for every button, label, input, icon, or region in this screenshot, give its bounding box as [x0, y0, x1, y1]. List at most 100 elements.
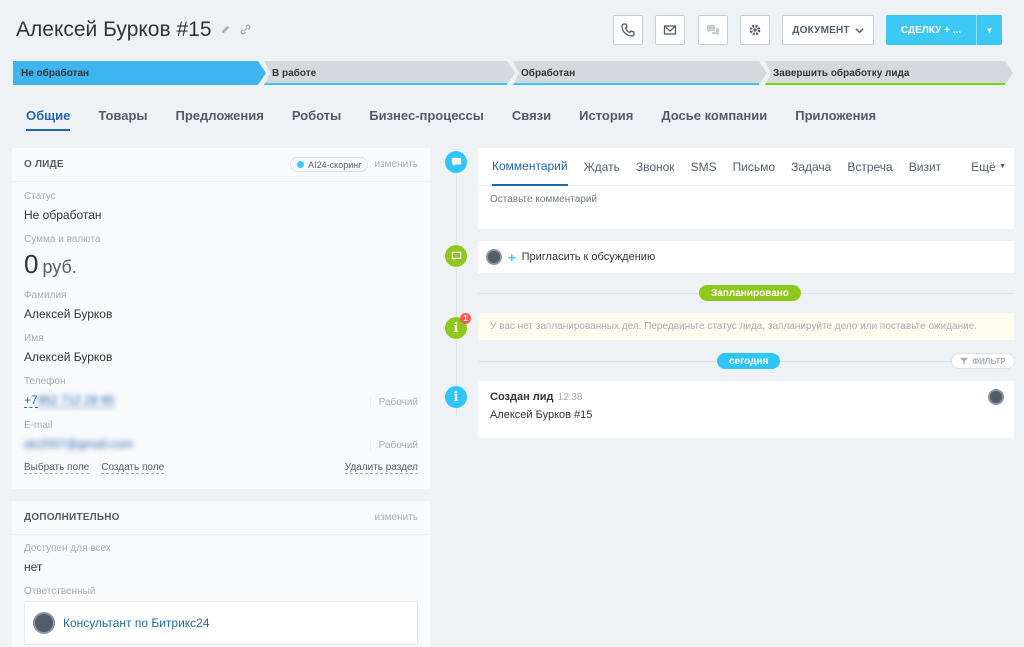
comment-icon — [445, 151, 467, 173]
tab-products[interactable]: Товары — [98, 108, 147, 131]
ai-scoring-badge[interactable]: AI24-скоринг — [290, 157, 369, 172]
delete-section-link[interactable]: Удалить раздел — [344, 462, 418, 474]
stage-new[interactable]: Не обработан — [13, 61, 266, 85]
no-activities-notice: У вас нет запланированных дел. Передвинь… — [478, 313, 1014, 340]
composer-tab-more[interactable]: Ещё ▼ — [971, 148, 1006, 186]
available-field[interactable]: Доступен для всех нет — [24, 543, 418, 574]
invite-label: Пригласить к обсуждению — [521, 251, 656, 263]
phone-value[interactable]: +7 952 712 28 65 — [24, 393, 418, 408]
tab-robots[interactable]: Роботы — [292, 108, 341, 131]
timeline-entry[interactable]: Создан лид 12:38 Алексей Бурков #15 — [478, 381, 1014, 438]
stage-in-progress[interactable]: В работе — [264, 61, 515, 85]
panel-actions: Выбрать поле Создать поле Удалить раздел — [24, 462, 418, 474]
stage-processed[interactable]: Обработан — [513, 61, 767, 85]
surname-field[interactable]: Фамилия Алексей Бурков — [24, 290, 418, 321]
create-deal-button[interactable]: СДЕЛКУ + ... ▼ — [886, 15, 1002, 45]
chevron-down-icon — [855, 27, 864, 33]
field-label: Статус — [24, 191, 56, 202]
today-badge: сегодня — [717, 353, 781, 369]
page-title: Алексей Бурков #15 — [16, 18, 252, 42]
filter-button[interactable]: ФИЛЬТР — [951, 353, 1015, 369]
edit-link[interactable]: изменить — [374, 512, 418, 523]
field-label: E-mail — [24, 420, 53, 431]
tab-history[interactable]: История — [579, 108, 633, 131]
composer-tabs: Комментарий Ждать Звонок SMS Письмо Зада… — [478, 148, 1014, 186]
invite-to-discussion[interactable]: + Пригласить к обсуждению — [478, 241, 1014, 273]
tab-company-dossier[interactable]: Досье компании — [661, 108, 767, 131]
dropdown-arrow-icon[interactable]: ▼ — [976, 15, 1002, 45]
phone-number: 952 712 28 65 — [37, 393, 115, 408]
tab-offers[interactable]: Предложения — [176, 108, 264, 131]
responsible-name[interactable]: Консультант по Битрикс24 — [63, 616, 210, 630]
link-icon[interactable] — [240, 24, 252, 36]
create-deal-label: СДЕЛКУ + ... — [900, 24, 962, 36]
pencil-icon[interactable] — [220, 24, 232, 36]
edit-link[interactable]: изменить — [374, 159, 418, 170]
tab-links[interactable]: Связи — [512, 108, 551, 131]
email-value[interactable]: alc2007@gmail.com — [24, 437, 418, 451]
planned-badge: Запланировано — [699, 285, 801, 301]
composer-tab-comment[interactable]: Комментарий — [492, 148, 568, 186]
field-label: Телефон — [24, 376, 66, 387]
notification-count: 1 — [460, 313, 471, 324]
scoring-icon — [297, 161, 305, 168]
lead-stages: Не обработан В работе Обработан Завершит… — [13, 61, 1013, 85]
panel-heading: О ЛИДЕ — [24, 159, 64, 170]
panel-header: О ЛИДЕ AI24-скоринг изменить — [12, 148, 430, 182]
stage-label: Завершить обработку лида — [773, 67, 910, 79]
stage-label: Не обработан — [21, 67, 90, 79]
settings-button[interactable] — [740, 15, 770, 45]
entry-time: 12:38 — [557, 392, 583, 403]
tab-general[interactable]: Общие — [26, 108, 71, 131]
email-field[interactable]: E-mail alc2007@gmail.com Рабочий — [24, 420, 418, 451]
plus-icon: + — [508, 249, 516, 265]
tab-business-processes[interactable]: Бизнес-процессы — [369, 108, 484, 131]
chevron-down-icon: ▼ — [999, 163, 1006, 170]
discussion-icon — [445, 245, 467, 267]
name-field[interactable]: Имя Алексей Бурков — [24, 333, 418, 364]
timeline-line — [456, 165, 457, 415]
more-label: Ещё — [971, 159, 996, 174]
entry-description: Алексей Бурков #15 — [490, 409, 593, 421]
amount-field[interactable]: Сумма и валюта 0 руб. — [24, 234, 418, 280]
field-value: Алексей Бурков — [24, 350, 113, 364]
composer-tab-call[interactable]: Звонок — [636, 148, 675, 186]
composer-tab-meeting[interactable]: Встреча — [847, 148, 892, 186]
amount-number: 0 — [24, 249, 39, 279]
document-button[interactable]: ДОКУМЕНТ — [782, 15, 874, 45]
composer-tab-visit[interactable]: Визит — [909, 148, 941, 186]
composer-tab-email[interactable]: Письмо — [733, 148, 776, 186]
stage-progress-bar — [264, 83, 507, 85]
call-button[interactable] — [613, 15, 643, 45]
create-field-link[interactable]: Создать поле — [101, 462, 165, 474]
composer-tab-task[interactable]: Задача — [791, 148, 831, 186]
status-field[interactable]: Статус Не обработан — [24, 191, 418, 222]
main-tabs: Общие Товары Предложения Роботы Бизнес-п… — [26, 108, 904, 131]
filter-label: ФИЛЬТР — [972, 356, 1006, 366]
field-label: Сумма и валюта — [24, 234, 101, 245]
select-field-link[interactable]: Выбрать поле — [24, 462, 90, 474]
funnel-icon — [960, 357, 969, 365]
envelope-icon — [663, 25, 677, 35]
responsible-user[interactable]: Консультант по Битрикс24 — [24, 601, 418, 645]
stage-finish[interactable]: Завершить обработку лида — [765, 61, 1013, 85]
stage-progress-bar — [513, 83, 759, 85]
tab-applications[interactable]: Приложения — [795, 108, 876, 131]
email-button[interactable] — [655, 15, 685, 45]
field-value: нет — [24, 560, 43, 574]
gear-icon — [749, 24, 761, 36]
field-label: Имя — [24, 333, 44, 344]
composer-tab-wait[interactable]: Ждать — [584, 148, 620, 186]
email-type: Рабочий — [369, 440, 418, 451]
stage-progress-bar — [765, 83, 1005, 85]
chat-icon — [707, 25, 719, 36]
composer-tab-sms[interactable]: SMS — [691, 148, 717, 186]
panel-heading: ДОПОЛНИТЕЛЬНО — [24, 512, 120, 523]
phone-field[interactable]: Телефон +7 952 712 28 65 Рабочий — [24, 376, 418, 408]
comment-input[interactable]: Оставьте комментарий — [478, 186, 1014, 213]
info-icon: i — [445, 386, 467, 408]
field-value: Алексей Бурков — [24, 307, 113, 321]
chat-button[interactable] — [698, 15, 728, 45]
about-lead-panel: О ЛИДЕ AI24-скоринг изменить Статус Не о… — [12, 148, 430, 489]
field-value: Не обработан — [24, 208, 102, 222]
